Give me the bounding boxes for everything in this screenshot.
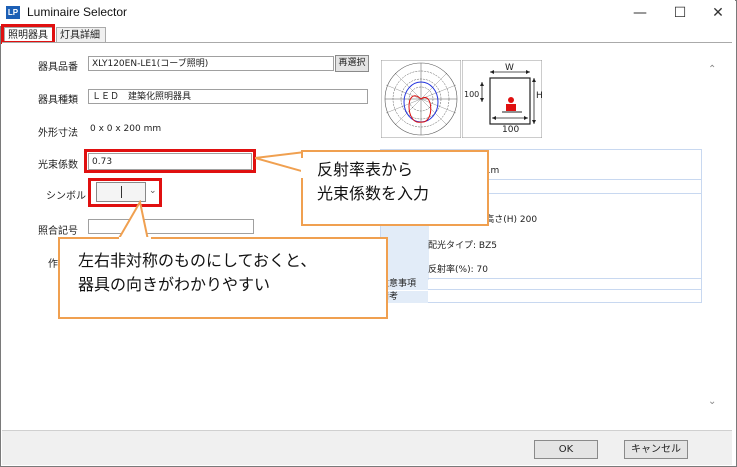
ref-label: 照合記号 (38, 226, 78, 237)
dimension-value: 0 x 0 x 200 mm (90, 124, 162, 134)
tab-highlight (1, 24, 55, 44)
minimize-button[interactable]: — (620, 0, 660, 26)
tab-lamp-detail[interactable]: 灯具詳細 (56, 27, 106, 43)
callout-flux: 反射率表から 光束係数を入力 (301, 150, 489, 226)
h-label: H (536, 91, 542, 101)
bottom-bar (2, 430, 732, 465)
callout2-join (119, 237, 151, 240)
callout1-pointer (255, 150, 305, 174)
cancel-button[interactable]: キャンセル (624, 440, 688, 459)
type-field[interactable]: ＬＥＤ 建築化照明器具 (88, 89, 368, 104)
type-label: 器具種類 (38, 95, 78, 106)
callout2-line1: 左右非対称のものにしておくと、 (78, 251, 317, 270)
window-title: Luminaire Selector (27, 5, 128, 19)
callout-symbol: 左右非対称のものにしておくと、 器具の向きがわかりやすい (58, 237, 388, 319)
detail-row-reflectance: 反射率(%): 70 (428, 262, 701, 279)
maximize-button[interactable]: ☐ (660, 0, 700, 26)
light-distribution-chart (381, 60, 461, 138)
close-button[interactable]: ✕ (698, 0, 737, 26)
notes-divider (428, 289, 701, 290)
top-dimension-value: 100 (464, 90, 479, 99)
dimension-label: 外形寸法 (38, 128, 78, 139)
flux-label: 光束係数 (38, 160, 78, 171)
w-label: W (505, 63, 514, 73)
reselect-button[interactable]: 再選択 (335, 55, 369, 72)
scrollbar[interactable]: ⌃ ⌄ (708, 60, 724, 415)
title-bar: LP Luminaire Selector — ☐ ✕ (0, 0, 735, 26)
app-logo-icon: LP (6, 6, 20, 19)
bottom-dimension-value: 100 (502, 125, 519, 135)
ok-button[interactable]: OK (534, 440, 598, 459)
dimension-diagram: W H 100 100 (462, 60, 542, 138)
product-code-field[interactable]: XLY120EN-LE1(コーブ照明) (88, 56, 334, 71)
scroll-down-icon[interactable]: ⌄ (708, 396, 716, 407)
symbol-label: シンボル (46, 191, 86, 202)
callout2-line2: 器具の向きがわかりやすい (78, 275, 271, 294)
callout1-line2: 光束係数を入力 (317, 184, 430, 203)
callout1-join (301, 158, 304, 178)
partial-label: 作 (48, 259, 58, 270)
callout1-line1: 反射率表から (317, 160, 414, 179)
detail-row-light-type: 配光タイプ: BZ5 (428, 241, 497, 251)
product-label: 器具品番 (38, 62, 78, 73)
callout2-pointer (116, 200, 150, 240)
scroll-up-icon[interactable]: ⌃ (708, 64, 716, 75)
flux-highlight (84, 149, 256, 173)
